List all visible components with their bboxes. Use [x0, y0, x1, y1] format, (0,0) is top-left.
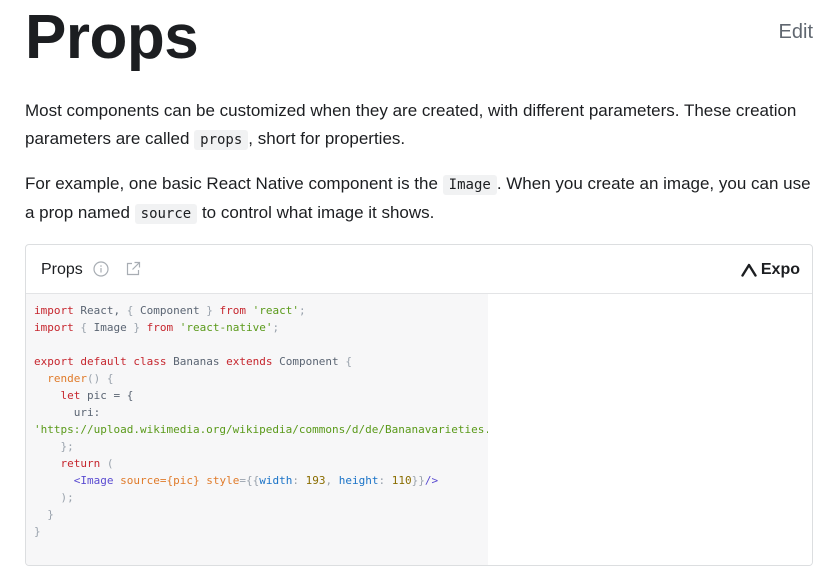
inline-code-props: props — [194, 130, 249, 150]
expo-logo-icon — [741, 263, 757, 277]
code-block[interactable]: import React, { Component } from 'react'… — [26, 294, 517, 540]
snack-embed: Props Expo import React, { Component} f… — [25, 244, 813, 566]
snack-header: Props Expo — [26, 245, 812, 294]
expo-label: Expo — [760, 261, 800, 278]
info-icon[interactable] — [93, 261, 109, 277]
inline-code-source: source — [134, 204, 198, 224]
external-link-icon[interactable] — [125, 261, 141, 277]
intro-text: Most components can be customized when t… — [25, 101, 797, 148]
intro-paragraph-2: For example, one basic React Native comp… — [25, 170, 815, 228]
page-title: Props — [25, 3, 199, 72]
code-editor[interactable]: import React, { Component } from 'react'… — [26, 294, 517, 565]
intro-text: to control what image it shows. — [197, 203, 435, 222]
intro-paragraph-1: Most components can be customized when t… — [25, 97, 815, 154]
edit-link[interactable]: Edit — [779, 20, 813, 44]
intro-text: , short for properties. — [248, 129, 406, 148]
intro-text: For example, one basic React Native comp… — [25, 174, 443, 193]
expo-brand[interactable]: Expo — [741, 260, 800, 280]
preview-pane — [488, 294, 812, 565]
inline-code-image: Image — [442, 175, 497, 195]
snack-title: Props — [41, 261, 83, 278]
